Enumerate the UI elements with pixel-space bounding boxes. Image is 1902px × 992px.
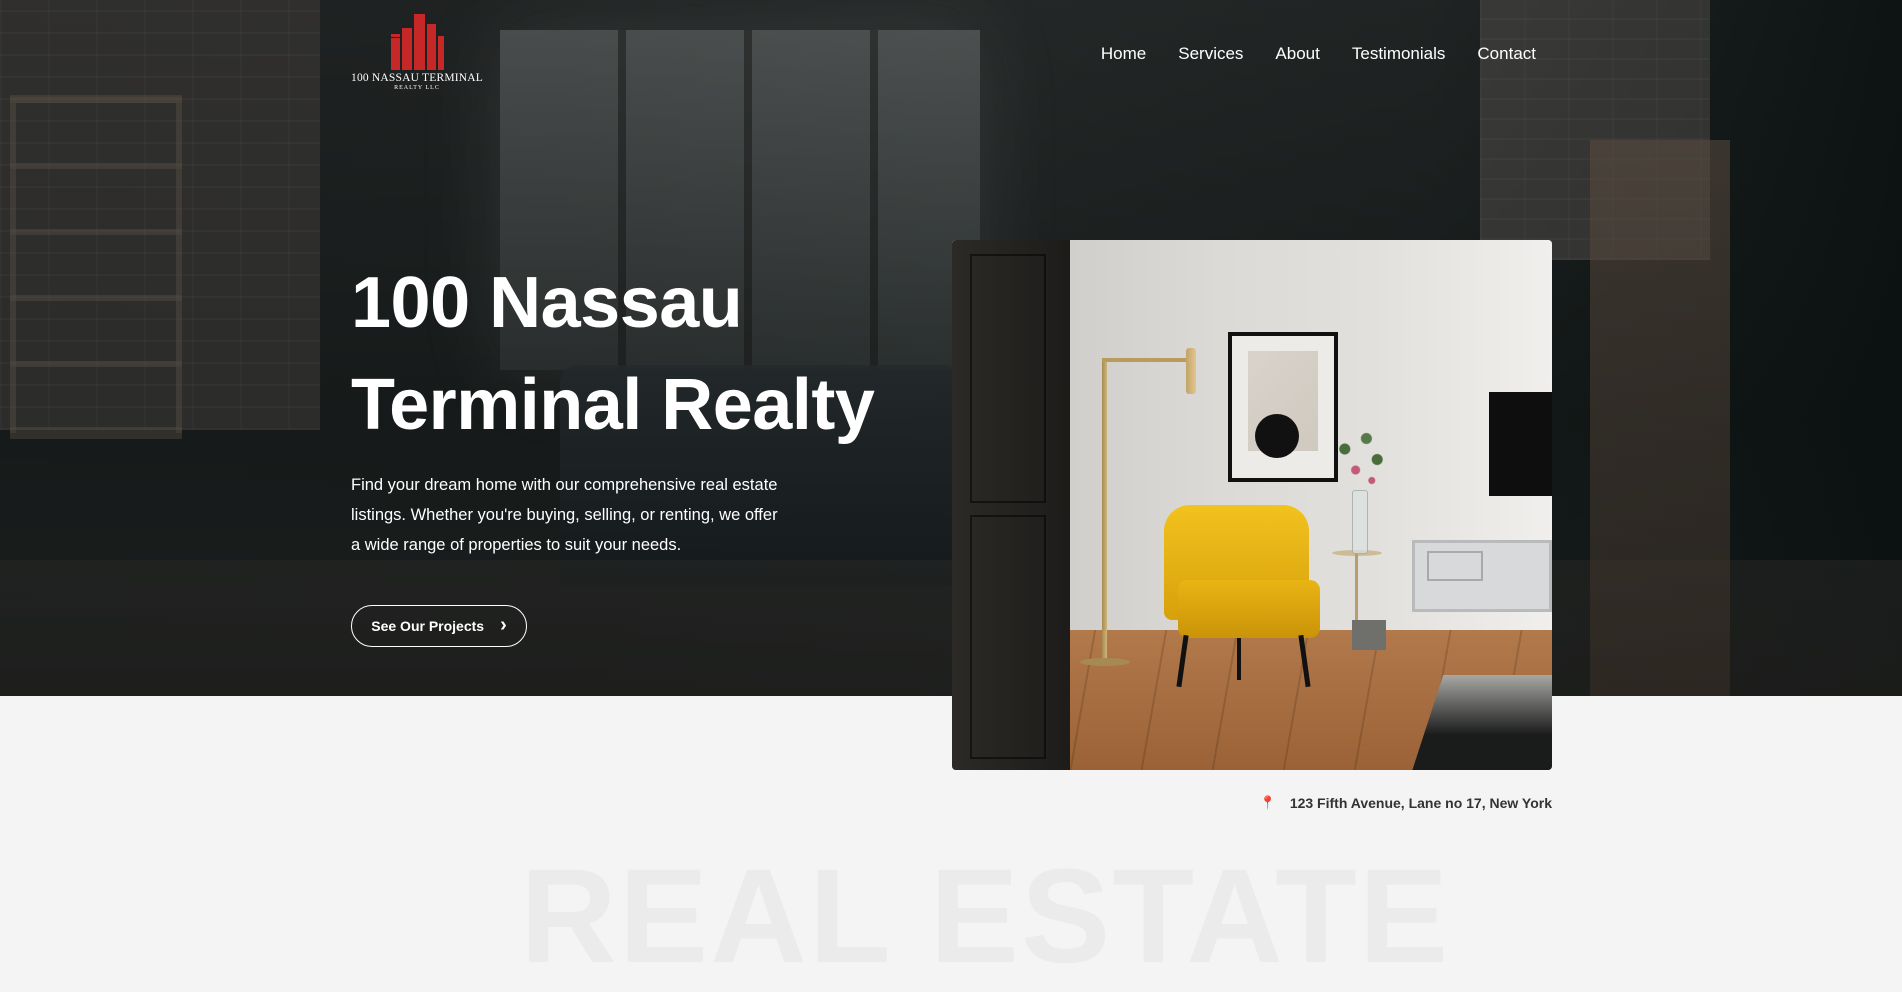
see-projects-button[interactable]: See Our Projects › — [351, 605, 527, 647]
nav-about[interactable]: About — [1275, 44, 1319, 64]
nav-testimonials[interactable]: Testimonials — [1352, 44, 1446, 64]
logo-name: 100 NASSAU TERMINAL — [351, 72, 484, 84]
address-line: 📍 123 Fifth Avenue, Lane no 17, New York — [1260, 795, 1552, 811]
nav-contact[interactable]: Contact — [1477, 44, 1536, 64]
see-projects-label: See Our Projects — [371, 618, 485, 634]
map-pin-icon: 📍 — [1259, 795, 1276, 810]
main-nav: Home Services About Testimonials Contact — [1101, 44, 1536, 64]
photo-art-frame — [1228, 332, 1338, 482]
photo-plant — [1334, 428, 1388, 498]
hero-description: Find your dream home with our comprehens… — [351, 476, 778, 554]
address-text: 123 Fifth Avenue, Lane no 17, New York — [1289, 795, 1552, 811]
site-logo[interactable]: 100 NASSAU TERMINAL REALTY LLC — [351, 14, 483, 98]
featured-interior-photo — [952, 240, 1552, 770]
logo-subtitle: REALTY LLC — [394, 85, 440, 91]
buildings-icon — [391, 14, 444, 70]
watermark-text: REAL ESTATE — [520, 842, 1451, 991]
photo-door — [952, 240, 1070, 770]
hero-section — [0, 0, 1902, 696]
photo-vase — [1352, 490, 1368, 554]
photo-console — [1412, 540, 1552, 612]
photo-lamp — [1102, 360, 1107, 660]
nav-home[interactable]: Home — [1101, 44, 1146, 64]
hero-title: 100 Nassau Terminal Realty — [351, 263, 875, 445]
photo-tv — [1489, 392, 1552, 496]
nav-services[interactable]: Services — [1178, 44, 1243, 64]
chevron-right-icon: › — [500, 614, 507, 636]
background-shelf — [10, 95, 182, 439]
background-cabinet — [1590, 140, 1730, 696]
